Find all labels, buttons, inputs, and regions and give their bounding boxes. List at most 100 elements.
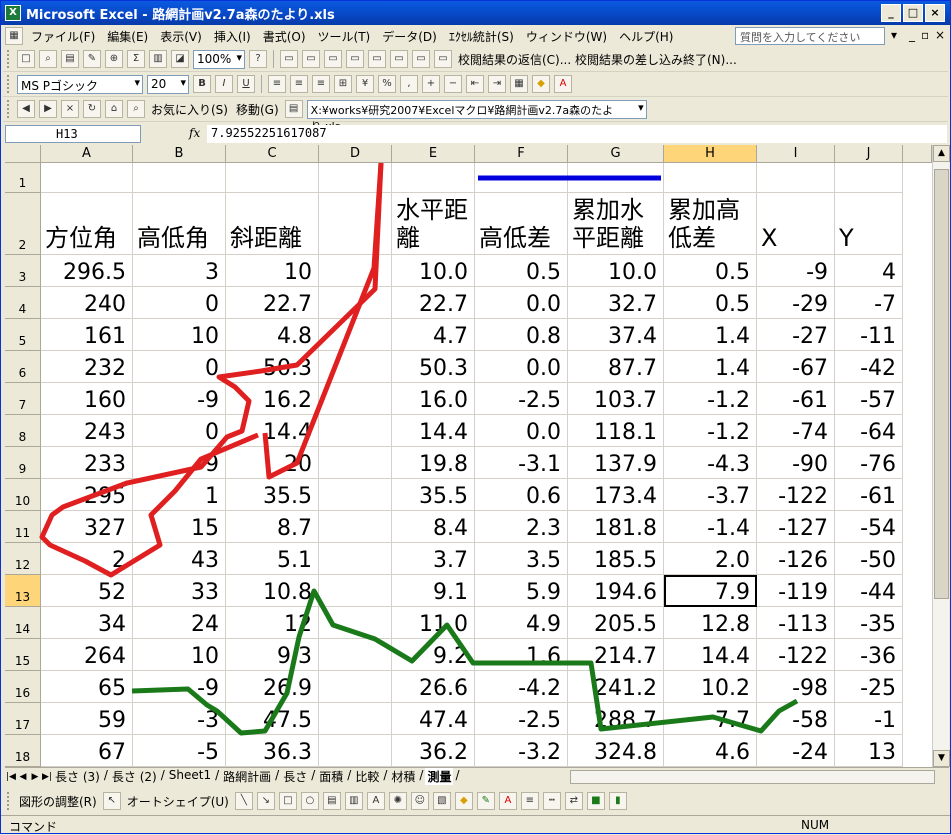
sheet-tab[interactable]: 長さ (2)	[110, 768, 159, 785]
cell-i17[interactable]: -58	[757, 703, 835, 735]
refresh-icon[interactable]: ↻	[83, 100, 101, 118]
sheet-tab[interactable]: 比較	[353, 768, 381, 785]
cell-c18[interactable]: 36.3	[226, 735, 319, 767]
cell-b8[interactable]: 0	[133, 415, 226, 447]
cell-d11[interactable]	[319, 511, 392, 543]
cell-f5[interactable]: 0.8	[475, 319, 568, 351]
name-box[interactable]: H13	[5, 125, 141, 143]
cell-c17[interactable]: 47.5	[226, 703, 319, 735]
cell-j15[interactable]: -36	[835, 639, 903, 671]
cell-h14[interactable]: 12.8	[664, 607, 757, 639]
tab-prev-icon[interactable]: ◀	[17, 772, 29, 782]
cell-d3[interactable]	[319, 255, 392, 287]
cell-i13[interactable]: -119	[757, 575, 835, 607]
header-cell-h[interactable]: 累加高低差	[664, 193, 757, 255]
cell-e12[interactable]: 3.7	[392, 543, 475, 575]
cell-f17[interactable]: -2.5	[475, 703, 568, 735]
cell-h5[interactable]: 1.4	[664, 319, 757, 351]
cell-h17[interactable]: 7.7	[664, 703, 757, 735]
lock-icon[interactable]: ▭	[434, 50, 452, 68]
select-all-corner[interactable]	[5, 145, 41, 163]
fill-color-icon[interactable]: ◆	[454, 792, 473, 810]
tab-first-icon[interactable]: |◀	[5, 772, 17, 782]
cell-i6[interactable]: -67	[757, 351, 835, 383]
cell-h3[interactable]: 0.5	[664, 255, 757, 287]
cell-e1[interactable]	[392, 163, 475, 193]
reply-icon[interactable]: ▭	[390, 50, 408, 68]
menu-file[interactable]: ファイル(F)	[25, 28, 101, 45]
row-header-7[interactable]: 7	[5, 383, 41, 415]
indent-icon[interactable]: ⇥	[488, 75, 506, 93]
3d-icon[interactable]: ▮	[608, 792, 627, 810]
cell-g17[interactable]: 288.7	[568, 703, 664, 735]
cell-e14[interactable]: 11.0	[392, 607, 475, 639]
header-cell-i[interactable]: X	[757, 193, 835, 255]
menu-tools[interactable]: ツール(T)	[312, 28, 377, 45]
comma-button[interactable]: ,	[400, 75, 418, 93]
cell-c8[interactable]: 14.4	[226, 415, 319, 447]
cell-d14[interactable]	[319, 607, 392, 639]
column-header-i[interactable]: I	[757, 145, 835, 163]
sheet-tab[interactable]: 面積	[317, 768, 345, 785]
cell-e15[interactable]: 9.2	[392, 639, 475, 671]
cell-g6[interactable]: 87.7	[568, 351, 664, 383]
cell-g16[interactable]: 241.2	[568, 671, 664, 703]
cell-c4[interactable]: 22.7	[226, 287, 319, 319]
cell-e5[interactable]: 4.7	[392, 319, 475, 351]
column-header-b[interactable]: B	[133, 145, 226, 163]
row-header-10[interactable]: 10	[5, 479, 41, 511]
cell-j13[interactable]: -44	[835, 575, 903, 607]
cell-c3[interactable]: 10	[226, 255, 319, 287]
cell-a10[interactable]: 295	[41, 479, 133, 511]
italic-button[interactable]: I	[215, 75, 233, 93]
row-header-5[interactable]: 5	[5, 319, 41, 351]
doc-icon[interactable]: ▦	[5, 27, 23, 45]
cell-a11[interactable]: 327	[41, 511, 133, 543]
cell-g9[interactable]: 137.9	[568, 447, 664, 479]
cell-b5[interactable]: 10	[133, 319, 226, 351]
outdent-icon[interactable]: ⇤	[466, 75, 484, 93]
cell-i5[interactable]: -27	[757, 319, 835, 351]
cell-a6[interactable]: 232	[41, 351, 133, 383]
cell-b15[interactable]: 10	[133, 639, 226, 671]
stop-icon[interactable]: ×	[61, 100, 79, 118]
cell-a16[interactable]: 65	[41, 671, 133, 703]
doc-minimize-button[interactable]: _	[909, 28, 915, 42]
cell-b17[interactable]: -3	[133, 703, 226, 735]
cell-h6[interactable]: 1.4	[664, 351, 757, 383]
doc-restore-button[interactable]: ▫	[921, 28, 929, 42]
tab-last-icon[interactable]: ▶|	[41, 772, 53, 782]
cell-e9[interactable]: 19.8	[392, 447, 475, 479]
cell-b12[interactable]: 43	[133, 543, 226, 575]
scroll-up-icon[interactable]: ▲	[933, 145, 950, 162]
row-header-6[interactable]: 6	[5, 351, 41, 383]
cell-d4[interactable]	[319, 287, 392, 319]
cell-a13[interactable]: 52	[41, 575, 133, 607]
column-header-g[interactable]: G	[568, 145, 664, 163]
comment-icon[interactable]: ▭	[346, 50, 364, 68]
row-header-18[interactable]: 18	[5, 735, 41, 767]
menu-help[interactable]: ヘルプ(H)	[613, 28, 679, 45]
picture-icon[interactable]: ▧	[432, 792, 451, 810]
rectangle-icon[interactable]: □	[278, 792, 297, 810]
formula-input[interactable]: 7.92552251617087	[207, 125, 947, 143]
row-header-16[interactable]: 16	[5, 671, 41, 703]
favorites-menu[interactable]: お気に入り(S)	[151, 101, 228, 118]
cell-e8[interactable]: 14.4	[392, 415, 475, 447]
cell-h1[interactable]	[664, 163, 757, 193]
close-button[interactable]: ×	[925, 4, 945, 22]
cell-f9[interactable]: -3.1	[475, 447, 568, 479]
column-header-e[interactable]: E	[392, 145, 475, 163]
font-select[interactable]: MS Pゴシック	[17, 74, 143, 94]
cell-j8[interactable]: -64	[835, 415, 903, 447]
cell-j7[interactable]: -57	[835, 383, 903, 415]
cell-b7[interactable]: -9	[133, 383, 226, 415]
cell-e10[interactable]: 35.5	[392, 479, 475, 511]
menu-window[interactable]: ウィンドウ(W)	[520, 28, 613, 45]
cell-d10[interactable]	[319, 479, 392, 511]
go-menu[interactable]: 移動(G)	[236, 101, 279, 118]
cell-b3[interactable]: 3	[133, 255, 226, 287]
cell-f3[interactable]: 0.5	[475, 255, 568, 287]
cell-j3[interactable]: 4	[835, 255, 903, 287]
doc-close-button[interactable]: ×	[935, 28, 945, 42]
